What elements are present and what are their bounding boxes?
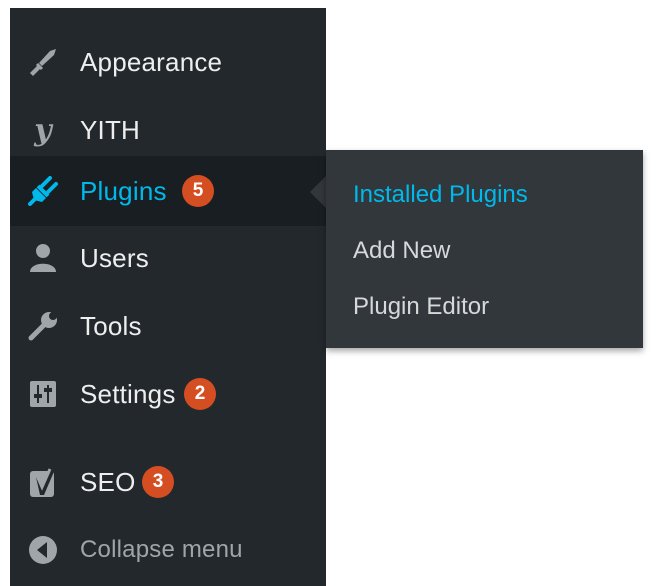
menu-item-users[interactable]: Users — [10, 224, 326, 292]
update-count-badge: 2 — [184, 378, 216, 410]
submenu-pointer — [310, 176, 326, 208]
yith-icon: y — [26, 113, 60, 147]
menu-item-tools[interactable]: Tools — [10, 292, 326, 360]
menu-item-label: Plugins — [80, 176, 167, 206]
submenu-item-add-new[interactable]: Add New — [353, 236, 450, 266]
submenu-item-installed-plugins[interactable]: Installed Plugins — [353, 180, 528, 210]
menu-item-seo[interactable]: SEO 3 — [10, 448, 326, 516]
menu-item-label: YITH — [80, 115, 141, 145]
settings-sliders-icon — [26, 377, 60, 411]
update-count-badge: 3 — [142, 466, 174, 498]
menu-item-yith[interactable]: y YITH — [10, 96, 326, 164]
menu-item-label: SEO — [80, 467, 136, 497]
wrench-icon — [26, 309, 60, 343]
menu-item-label: Tools — [80, 311, 142, 341]
menu-item-appearance[interactable]: Appearance — [10, 28, 326, 96]
menu-item-label: Users — [80, 243, 149, 273]
admin-sidebar: Appearance y YITH Plugins 5 Users Tools … — [10, 8, 326, 586]
collapse-arrow-icon — [26, 533, 60, 567]
menu-item-label: Settings — [80, 379, 176, 409]
svg-text:y: y — [33, 113, 54, 147]
plugins-submenu: Installed Plugins Add New Plugin Editor — [326, 150, 643, 348]
collapse-menu-button[interactable]: Collapse menu — [10, 516, 326, 584]
plug-icon — [26, 174, 60, 208]
paintbrush-icon — [26, 45, 60, 79]
admin-menu-screenshot: Appearance y YITH Plugins 5 Users Tools … — [0, 0, 657, 586]
user-icon — [26, 241, 60, 275]
collapse-menu-label: Collapse menu — [80, 536, 243, 563]
menu-item-label: Appearance — [80, 47, 223, 77]
menu-item-plugins[interactable]: Plugins 5 — [10, 156, 326, 226]
update-count-badge: 5 — [182, 175, 214, 207]
menu-item-settings[interactable]: Settings 2 — [10, 360, 326, 428]
yoast-icon — [26, 465, 60, 499]
submenu-item-plugin-editor[interactable]: Plugin Editor — [353, 292, 489, 322]
